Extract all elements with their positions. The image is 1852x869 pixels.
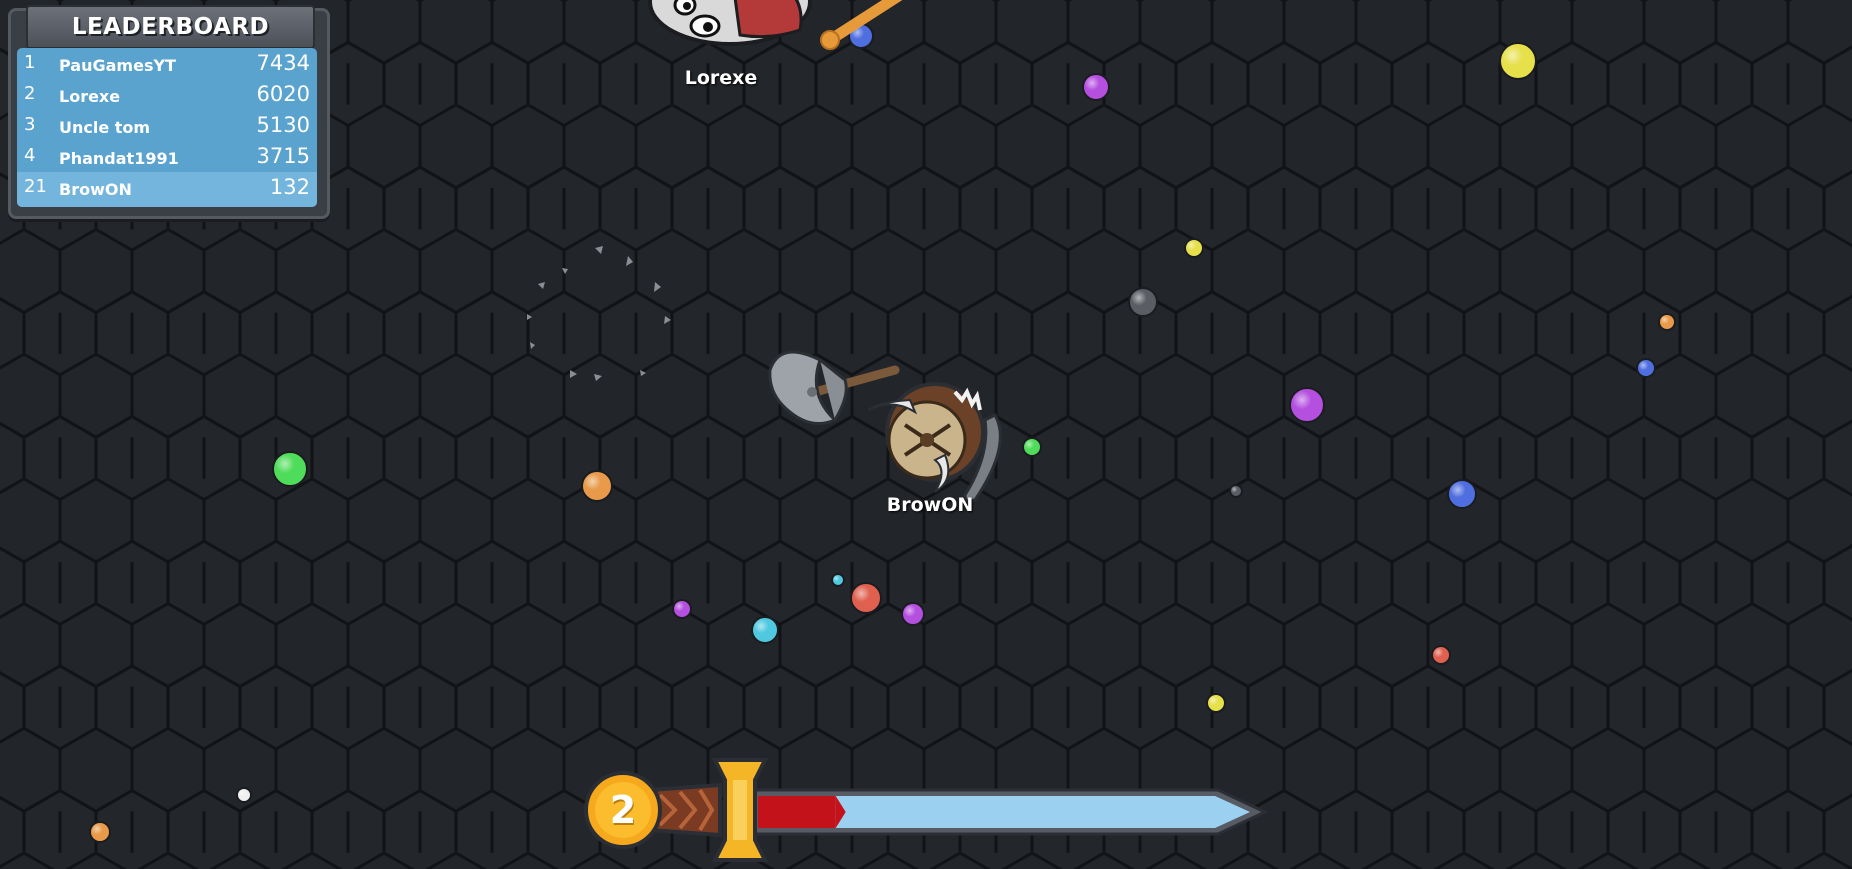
xp-progress-fill: [758, 796, 836, 828]
level-number: 2: [595, 782, 651, 838]
level-badge: 2: [584, 771, 662, 849]
xp-sword-bar: [648, 758, 1269, 862]
